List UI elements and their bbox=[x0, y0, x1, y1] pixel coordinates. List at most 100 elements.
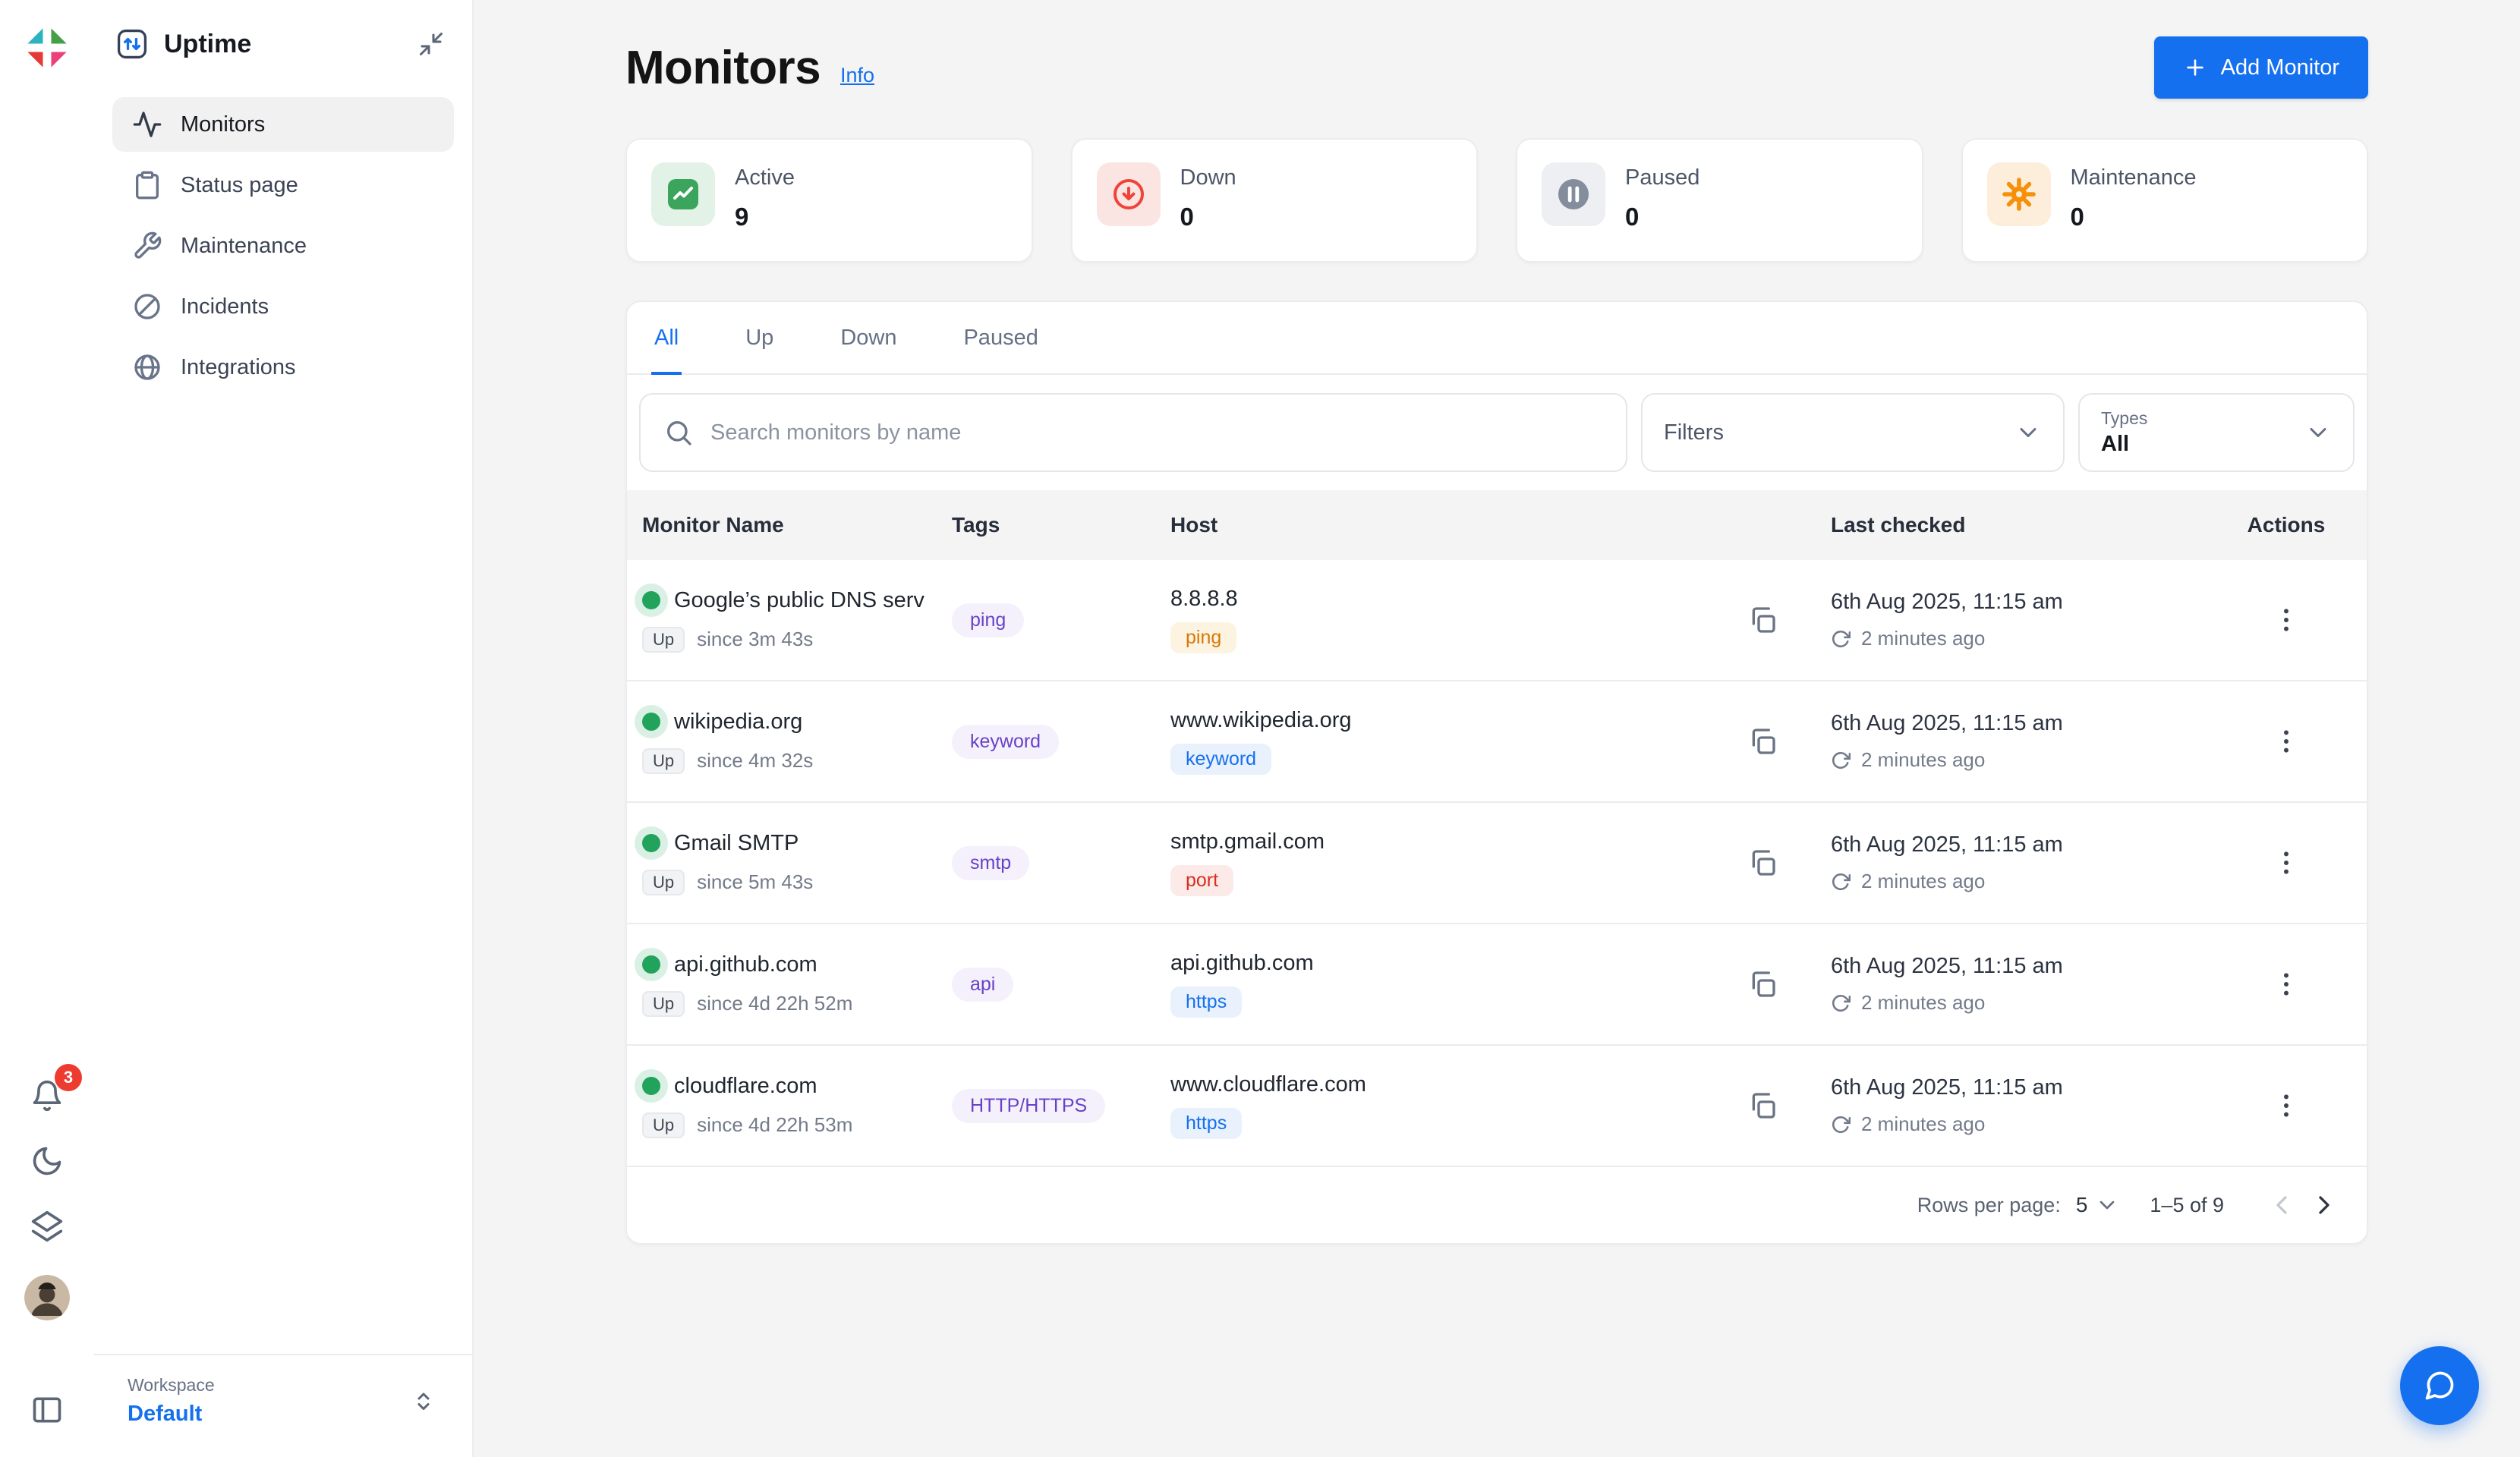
table-row[interactable]: cloudflare.com Upsince 4d 22h 53m HTTP/H… bbox=[627, 1046, 2367, 1167]
chat-fab-button[interactable] bbox=[2400, 1346, 2479, 1425]
stat-text: Paused 0 bbox=[1625, 162, 1699, 231]
plus-icon bbox=[2183, 55, 2207, 80]
row-actions-menu-button[interactable] bbox=[2265, 599, 2307, 641]
dark-mode-toggle[interactable] bbox=[27, 1141, 67, 1181]
row-actions-menu-button[interactable] bbox=[2265, 842, 2307, 884]
search-input[interactable] bbox=[710, 420, 1603, 445]
user-menu-button[interactable] bbox=[21, 1272, 73, 1323]
copy-button[interactable] bbox=[1743, 965, 1782, 1004]
notification-badge: 3 bbox=[55, 1064, 82, 1091]
monitor-name: api.github.com bbox=[674, 952, 817, 977]
workspace-select-button[interactable] bbox=[405, 1383, 442, 1419]
tab-paused[interactable]: Paused bbox=[960, 302, 1041, 373]
maintenance-stat-icon bbox=[1987, 162, 2051, 226]
copy-icon bbox=[1747, 969, 1778, 999]
tags-cell: ping bbox=[952, 603, 1170, 637]
rows-per-page-value: 5 bbox=[2076, 1193, 2088, 1217]
sidebar-item-label: Integrations bbox=[181, 355, 296, 380]
last-checked-ago: 2 minutes ago bbox=[1861, 1112, 1985, 1136]
types-dropdown[interactable]: Types All bbox=[2078, 393, 2355, 472]
host-info: 8.8.8.8 ping bbox=[1170, 587, 1238, 653]
sidebar-layout-icon bbox=[30, 1393, 64, 1427]
monitor-name-cell: Gmail SMTP Upsince 5m 43s bbox=[642, 831, 952, 895]
last-checked-cell: 6th Aug 2025, 11:15 am 2 minutes ago bbox=[1831, 590, 2221, 650]
clipboard-icon bbox=[132, 170, 162, 200]
status-tabs: All Up Down Paused bbox=[627, 302, 2367, 375]
monitor-name-cell: wikipedia.org Upsince 4m 32s bbox=[642, 710, 952, 774]
table-row[interactable]: Google’s public DNS serv Upsince 3m 43s … bbox=[627, 560, 2367, 681]
sidebar-item-label: Monitors bbox=[181, 112, 265, 137]
rows-per-page-label: Rows per page: bbox=[1917, 1194, 2061, 1217]
title-wrap: Monitors Info bbox=[625, 41, 874, 95]
last-checked-date: 6th Aug 2025, 11:15 am bbox=[1831, 832, 2221, 858]
sidebar-header: Uptime bbox=[112, 21, 454, 64]
tags-cell: smtp bbox=[952, 846, 1170, 880]
copy-button[interactable] bbox=[1743, 722, 1782, 761]
host-cell: api.github.com https bbox=[1170, 951, 1831, 1018]
stat-value: 0 bbox=[2071, 203, 2197, 231]
refresh-icon bbox=[1831, 751, 1851, 770]
sidebar-item-status-page[interactable]: Status page bbox=[112, 158, 454, 212]
column-actions: Actions bbox=[2221, 513, 2351, 537]
row-actions-menu-button[interactable] bbox=[2265, 720, 2307, 763]
sidebar-item-label: Incidents bbox=[181, 294, 269, 319]
table-header: Monitor Name Tags Host Last checked Acti… bbox=[627, 490, 2367, 560]
workspace-switcher[interactable]: Workspace Default bbox=[94, 1354, 472, 1457]
tab-all[interactable]: All bbox=[651, 302, 682, 373]
column-tags: Tags bbox=[952, 513, 1170, 537]
row-actions-menu-button[interactable] bbox=[2265, 963, 2307, 1005]
masks-icon bbox=[30, 1210, 64, 1243]
row-actions-menu-button[interactable] bbox=[2265, 1084, 2307, 1127]
collapse-sidebar-button[interactable] bbox=[411, 24, 451, 64]
filters-dropdown[interactable]: Filters bbox=[1641, 393, 2065, 472]
chevron-right-icon bbox=[2309, 1190, 2339, 1220]
table-row[interactable]: Gmail SMTP Upsince 5m 43s smtp smtp.gmai… bbox=[627, 803, 2367, 924]
monitor-name-cell: cloudflare.com Upsince 4d 22h 53m bbox=[642, 1074, 952, 1138]
host-url: www.cloudflare.com bbox=[1170, 1072, 1366, 1097]
notifications-button[interactable]: 3 bbox=[27, 1076, 67, 1116]
table-row[interactable]: api.github.com Upsince 4d 22h 52m api ap… bbox=[627, 924, 2367, 1046]
stat-value: 0 bbox=[1625, 203, 1699, 231]
stat-card-active: Active 9 bbox=[625, 138, 1033, 263]
last-checked-ago: 2 minutes ago bbox=[1861, 991, 1985, 1015]
stat-value: 0 bbox=[1180, 203, 1236, 231]
copy-icon bbox=[1747, 726, 1778, 757]
tag-chip: HTTP/HTTPS bbox=[952, 1089, 1105, 1123]
sidebar-item-integrations[interactable]: Integrations bbox=[112, 340, 454, 395]
sidebar-item-monitors[interactable]: Monitors bbox=[112, 97, 454, 152]
chevron-left-icon bbox=[2266, 1190, 2297, 1220]
sidebar-item-maintenance[interactable]: Maintenance bbox=[112, 219, 454, 273]
previous-page-button[interactable] bbox=[2260, 1184, 2303, 1226]
monitors-icon bbox=[132, 109, 162, 140]
tab-down[interactable]: Down bbox=[837, 302, 899, 373]
copy-icon bbox=[1747, 848, 1778, 878]
monitor-name: wikipedia.org bbox=[674, 710, 802, 735]
copy-button[interactable] bbox=[1743, 1086, 1782, 1125]
add-monitor-label: Add Monitor bbox=[2221, 55, 2339, 80]
rows-per-page-select[interactable]: 5 bbox=[2076, 1193, 2120, 1217]
types-label: Types bbox=[2101, 408, 2147, 429]
stat-label: Down bbox=[1180, 165, 1236, 190]
host-url: smtp.gmail.com bbox=[1170, 829, 1325, 854]
sidebar-menu: Monitors Status page Maintenance Inciden… bbox=[112, 97, 454, 395]
actions-cell bbox=[2221, 1084, 2351, 1127]
actions-cell bbox=[2221, 963, 2351, 1005]
table-row[interactable]: wikipedia.org Upsince 4m 32s keyword www… bbox=[627, 681, 2367, 803]
tab-up[interactable]: Up bbox=[742, 302, 776, 373]
copy-button[interactable] bbox=[1743, 600, 1782, 640]
info-link[interactable]: Info bbox=[840, 64, 874, 87]
monitor-type-badge: port bbox=[1170, 865, 1233, 896]
uptime-duration: since 4d 22h 52m bbox=[697, 992, 852, 1015]
next-page-button[interactable] bbox=[2303, 1184, 2345, 1226]
copy-button[interactable] bbox=[1743, 843, 1782, 883]
host-url: 8.8.8.8 bbox=[1170, 587, 1238, 612]
status-chip: Up bbox=[642, 627, 685, 653]
stat-text: Down 0 bbox=[1180, 162, 1236, 231]
community-button[interactable] bbox=[27, 1207, 67, 1246]
layout-toggle-button[interactable] bbox=[27, 1390, 67, 1430]
monitor-type-badge: ping bbox=[1170, 622, 1236, 653]
sidebar-item-label: Status page bbox=[181, 173, 298, 198]
sidebar-item-incidents[interactable]: Incidents bbox=[112, 279, 454, 334]
add-monitor-button[interactable]: Add Monitor bbox=[2154, 36, 2368, 99]
status-dot bbox=[642, 955, 660, 974]
